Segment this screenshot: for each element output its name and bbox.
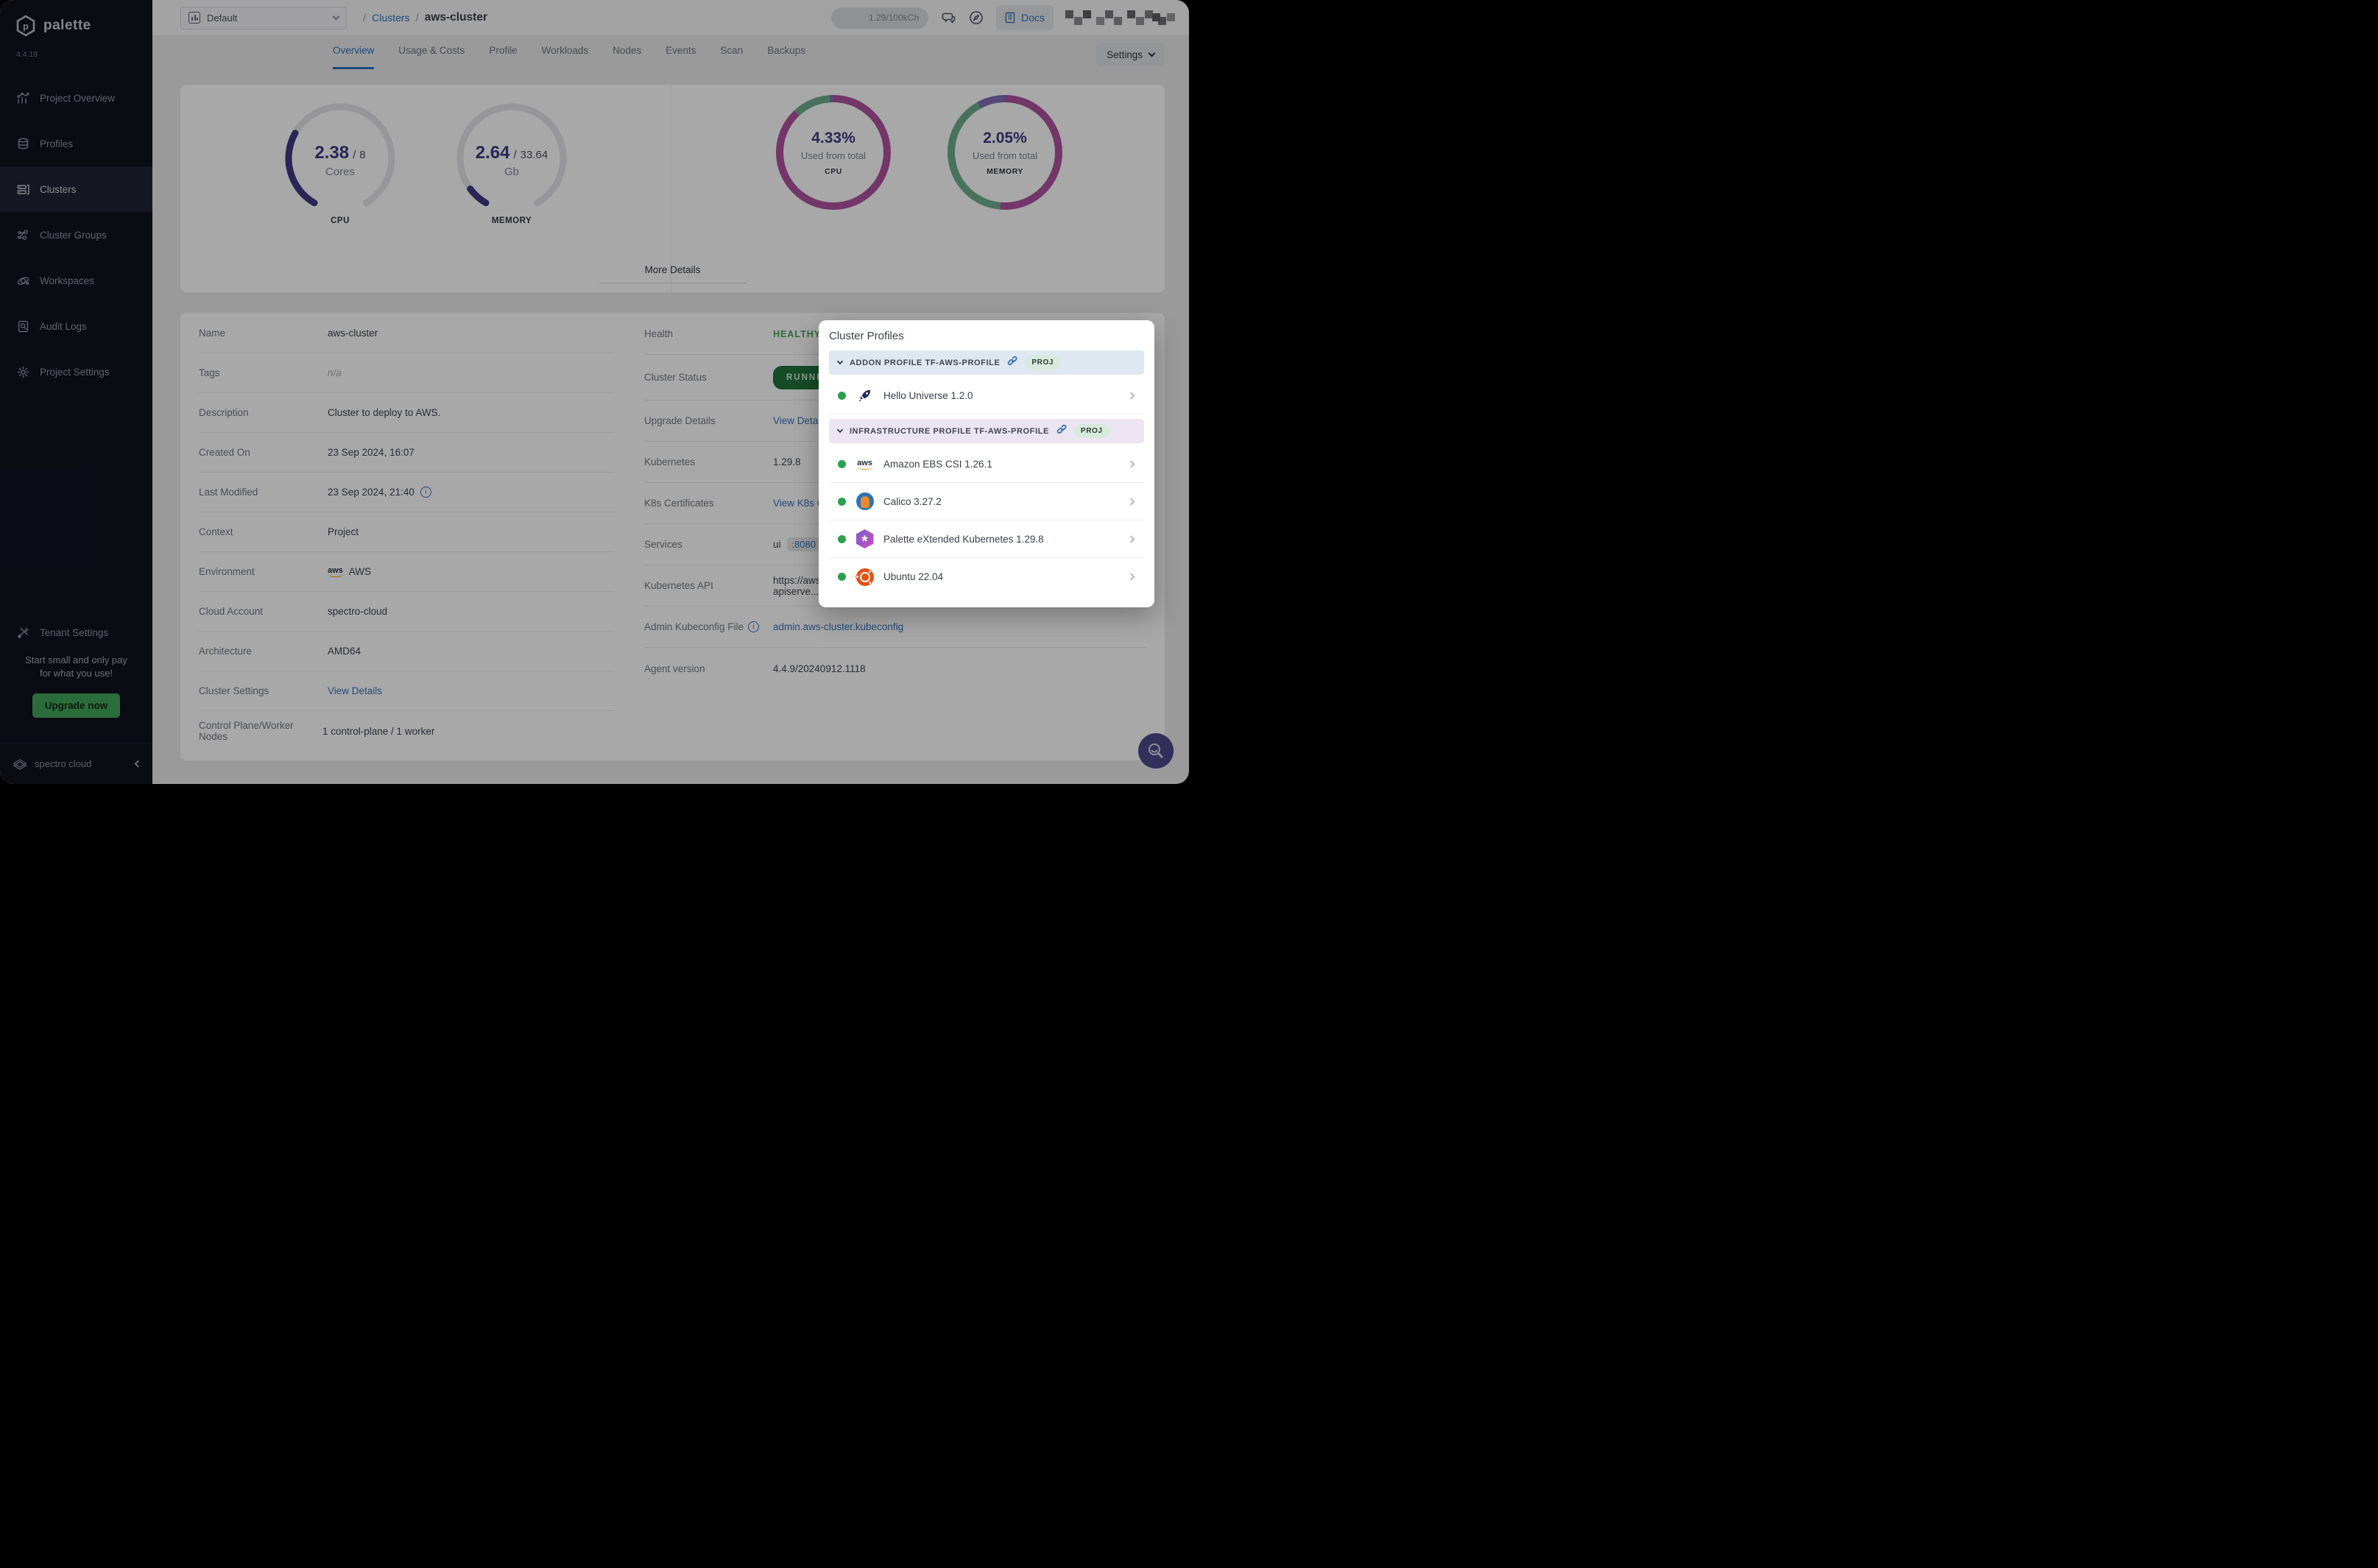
link-icon[interactable] [1056, 424, 1067, 438]
chevron-down-icon [837, 359, 843, 364]
chevron-down-icon [837, 427, 843, 433]
chevron-right-icon [1128, 460, 1135, 467]
pack-status-dot [838, 498, 846, 506]
pack-row-ubuntu[interactable]: Ubuntu 22.04 [829, 558, 1144, 596]
chevron-right-icon [1128, 392, 1135, 399]
pack-status-dot [838, 535, 846, 543]
calico-icon [855, 492, 874, 511]
addon-profile-header[interactable]: ADDON PROFILE TF-AWS-PROFILE PROJ [829, 350, 1144, 375]
palette-pack-icon: * [855, 530, 874, 548]
cluster-profiles-popup: Cluster Profiles ADDON PROFILE TF-AWS-PR… [819, 320, 1154, 607]
pack-row-amazon-ebs-csi[interactable]: aws Amazon EBS CSI 1.26.1 [829, 445, 1144, 483]
proj-scope-badge: PROJ [1025, 356, 1060, 370]
chevron-right-icon [1128, 498, 1135, 505]
rocket-icon [855, 386, 874, 405]
pack-row-hello-universe[interactable]: Hello Universe 1.2.0 [829, 377, 1144, 414]
link-icon[interactable] [1007, 356, 1017, 370]
chevron-right-icon [1128, 535, 1135, 543]
pack-status-dot [838, 460, 846, 468]
pack-status-dot [838, 392, 846, 400]
chevron-right-icon [1128, 573, 1135, 581]
popup-title: Cluster Profiles [829, 330, 1144, 342]
proj-scope-badge: PROJ [1074, 424, 1109, 438]
pack-row-calico[interactable]: Calico 3.27.2 [829, 483, 1144, 520]
aws-icon: aws [855, 455, 874, 473]
pack-row-palette-extended-kubernetes[interactable]: * Palette eXtended Kubernetes 1.29.8 [829, 520, 1144, 558]
app-window: p palette 4.4.19 Project Overview Profil… [0, 0, 1189, 784]
infrastructure-profile-header[interactable]: INFRASTRUCTURE PROFILE TF-AWS-PROFILE PR… [829, 419, 1144, 443]
pack-status-dot [838, 573, 846, 581]
ubuntu-icon [855, 568, 874, 586]
